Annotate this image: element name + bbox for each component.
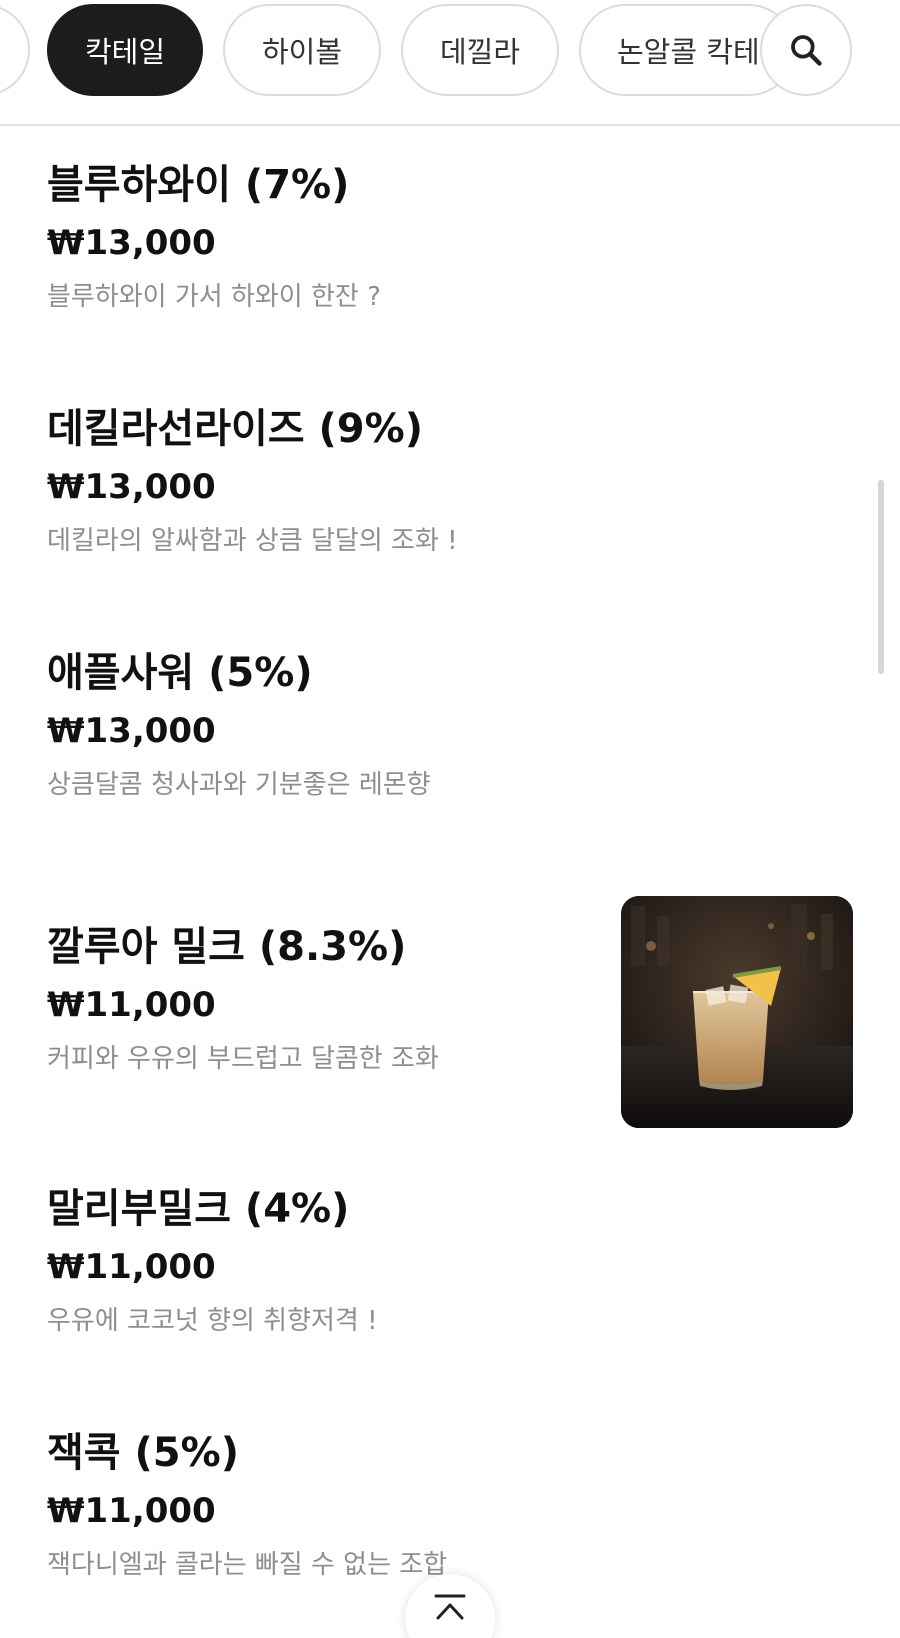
category-tab-bar: 칵테일 하이볼 데낄라 논알콜 칵테 [0, 0, 900, 126]
menu-item-price: ₩11,000 [47, 1491, 216, 1531]
category-chip-label: 칵테일 [84, 35, 166, 69]
search-icon [791, 35, 822, 66]
menu-item-name: 말리부밀크 (4%) [47, 1186, 350, 1232]
menu-page: 칵테일 하이볼 데낄라 논알콜 칵테 블루하와이 (7%) ₩13,000 블루… [0, 0, 900, 1638]
category-chip-highball[interactable]: 하이볼 [223, 4, 381, 96]
category-chip-label: 데낄라 [439, 35, 521, 69]
menu-item-description: 데킬라의 알싸함과 상큼 달달의 조화 ! [47, 526, 458, 556]
menu-item-name: 블루하와이 (7%) [47, 162, 350, 208]
menu-item-name: 잭콕 (5%) [47, 1430, 239, 1476]
menu-item[interactable]: 잭콕 (5%) ₩11,000 잭다니엘과 콜라는 빠질 수 없는 조합 [47, 1428, 847, 1582]
arrow-up-to-top-icon [434, 1594, 466, 1620]
cocktail-photo-image [621, 896, 853, 1128]
cocktail-photo[interactable] [621, 896, 853, 1128]
search-button[interactable] [760, 4, 852, 96]
menu-item-description: 커피와 우유의 부드럽고 달콤한 조화 [47, 1044, 439, 1074]
menu-item-description: 우유에 코코넛 향의 취향저격 ! [47, 1306, 378, 1336]
scroll-to-top-button[interactable] [405, 1574, 495, 1638]
menu-item-description: 상큼달콤 청사과와 기분좋은 레몬향 [47, 770, 431, 800]
menu-item-price: ₩11,000 [47, 1247, 216, 1287]
category-chip-tequila[interactable]: 데낄라 [401, 4, 559, 96]
menu-item-price: ₩11,000 [47, 985, 216, 1025]
menu-item-name: 애플사워 (5%) [47, 650, 313, 696]
menu-item-description: 블루하와이 가서 하와이 한잔 ? [47, 282, 381, 312]
menu-item[interactable]: 애플사워 (5%) ₩13,000 상큼달콤 청사과와 기분좋은 레몬향 [47, 648, 847, 802]
category-chip-cocktail[interactable]: 칵테일 [47, 4, 203, 96]
category-chip-previous[interactable] [0, 4, 30, 96]
menu-item[interactable]: 깔루아 밀크 (8.3%) ₩11,000 커피와 우유의 부드럽고 달콤한 조… [47, 922, 607, 1076]
category-chip-label: 하이볼 [261, 35, 343, 69]
category-chip-label: 논알콜 칵테 [617, 35, 760, 69]
scrollbar-thumb[interactable] [878, 480, 884, 674]
menu-item-price: ₩13,000 [47, 711, 216, 751]
menu-item-name: 깔루아 밀크 (8.3%) [47, 924, 407, 970]
menu-item[interactable]: 블루하와이 (7%) ₩13,000 블루하와이 가서 하와이 한잔 ? [47, 160, 847, 314]
menu-item[interactable]: 데킬라선라이즈 (9%) ₩13,000 데킬라의 알싸함과 상큼 달달의 조화… [47, 404, 847, 558]
menu-item-name: 데킬라선라이즈 (9%) [47, 406, 423, 452]
menu-item-price: ₩13,000 [47, 223, 216, 263]
menu-item-price: ₩13,000 [47, 467, 216, 507]
menu-item[interactable]: 말리부밀크 (4%) ₩11,000 우유에 코코넛 향의 취향저격 ! [47, 1184, 847, 1338]
